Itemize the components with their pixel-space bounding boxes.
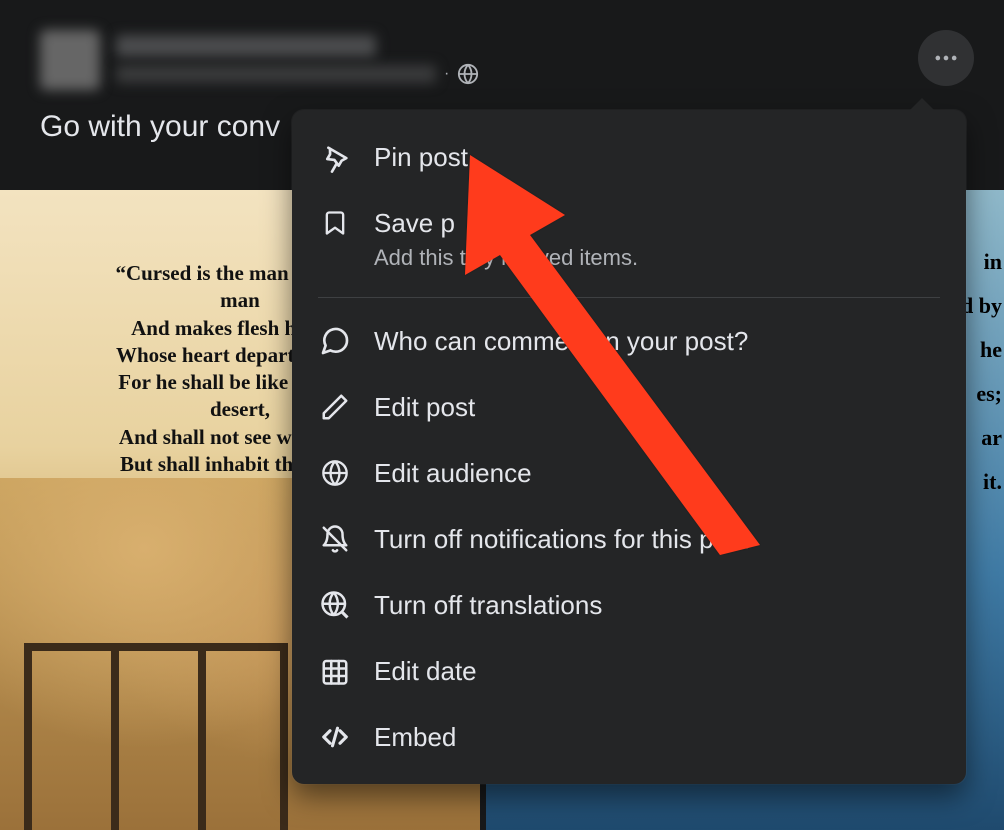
code-icon [318,720,352,754]
menu-label: Edit date [374,656,477,687]
bell-off-icon [318,522,352,556]
menu-label: Save p [374,208,638,239]
author-block: · [116,35,479,85]
post-header: · [0,0,1004,100]
menu-label: Embed [374,722,456,753]
menu-divider [318,297,940,298]
globe-icon [318,456,352,490]
post-time-redacted [116,65,436,83]
comment-icon [318,324,352,358]
image-quote-right: in d by he es; ar it. [961,190,1002,504]
pencil-icon [318,390,352,424]
menu-item-embed[interactable]: Embed [292,704,966,770]
calendar-icon [318,654,352,688]
menu-item-edit-post[interactable]: Edit post [292,374,966,440]
bookmark-icon [318,206,352,240]
globe-icon[interactable] [457,63,479,85]
menu-label: Pin post [374,142,468,173]
post-options-menu: Pin post Save p Add this to y r saved it… [292,110,966,784]
menu-item-edit-audience[interactable]: Edit audience [292,440,966,506]
menu-item-turn-off-translations[interactable]: Turn off translations [292,572,966,638]
menu-label: Edit audience [374,458,532,489]
menu-sublabel: Add this to y r saved items. [374,245,638,271]
menu-item-who-can-comment[interactable]: Who can comme t on your post? [292,308,966,374]
menu-item-save-post[interactable]: Save p Add this to y r saved items. [292,190,966,287]
post-card: · Go with your conv “Cursed is the man w… [0,0,1004,830]
avatar[interactable] [40,30,100,90]
menu-label: Edit post [374,392,475,423]
menu-label: Turn off translations [374,590,602,621]
more-options-button[interactable] [918,30,974,86]
globe-edit-icon [318,588,352,622]
post-meta: · [116,63,479,85]
ellipsis-icon [932,44,960,72]
menu-item-turn-off-notifications[interactable]: Turn off notifications for this post [292,506,966,572]
author-name-redacted [116,35,376,57]
menu-item-edit-date[interactable]: Edit date [292,638,966,704]
menu-label: Turn off notifications for this post [374,524,748,555]
menu-label: Who can comme t on your post? [374,326,748,357]
menu-item-pin-post[interactable]: Pin post [292,124,966,190]
pin-icon [318,140,352,174]
